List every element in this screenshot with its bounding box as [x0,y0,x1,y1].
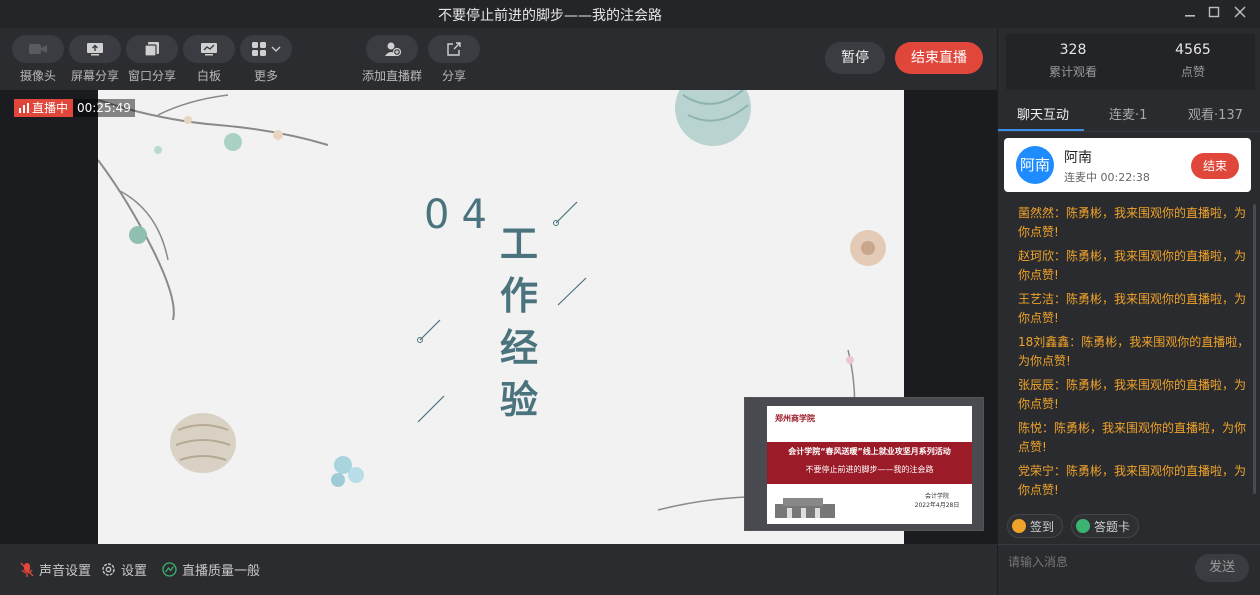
chat-message: 王艺洁：陈勇彬，我来围观你的直播啦，为你点赞! [1018,292,1247,325]
send-button[interactable]: 发送 [1195,554,1249,582]
pip-title-line2: 不要停止前进的脚步——我的注会路 [805,465,934,474]
live-status-text: 直播中 [32,101,69,115]
checkin-icon [1012,519,1026,533]
whiteboard-button[interactable]: 白板 [183,35,235,84]
window-title: 不要停止前进的脚步——我的注会路 [438,8,662,24]
maximize-icon[interactable] [1204,4,1224,24]
camera-icon [29,44,47,54]
share-icon [447,42,461,56]
end-co-host-button[interactable]: 结束 [1191,153,1239,179]
audio-settings-label: 声音设置 [39,564,92,579]
add-group-icon [385,42,401,57]
title-bar: 不要停止前进的脚步——我的注会路 [0,0,1260,28]
audio-settings-button[interactable]: 声音设置 [20,560,91,579]
co-host-name: 阿南 [1064,150,1092,166]
end-live-button[interactable]: 结束直播 [895,42,983,74]
total-views-stat: 328 累计观看 [1048,42,1097,79]
message-input[interactable] [1008,555,1188,569]
screen-share-icon [87,43,103,56]
chat-messages: 菌然然：陈勇彬，我来围观你的直播啦，为你点赞! 赵珂欣：陈勇彬，我来围观你的直播… [1018,204,1250,505]
screen-share-label: 屏幕分享 [70,69,119,83]
slide-section-title: 工 作 经 验 [499,221,538,422]
stream-quality-label: 直播质量一般 [182,564,261,579]
slide-section-number: 04 [424,192,499,238]
camera-button[interactable]: 摄像头 [12,35,64,84]
tab-viewers[interactable]: 观看·137 [1188,104,1243,123]
stream-quality-indicator[interactable]: 直播质量一般 [162,560,260,579]
co-host-status: 连麦中 00:22:38 [1064,171,1150,184]
chat-message: 菌然然：陈勇彬，我来围观你的直播啦，为你点赞! [1018,206,1247,239]
more-label: 更多 [253,69,278,83]
likes-stat: 4565 点赞 [1175,42,1211,79]
settings-button[interactable]: 设置 [101,560,147,579]
chat-message: 赵珂欣：陈勇彬，我来围观你的直播啦，为你点赞! [1018,249,1247,282]
chat-message: 陈悦：陈勇彬，我来围观你的直播啦，为你点赞! [1018,421,1247,454]
stats-panel: 328 累计观看 4565 点赞 [1006,34,1255,90]
window-share-button[interactable]: 窗口分享 [126,35,178,84]
whiteboard-icon [201,43,217,56]
bottom-bar: 声音设置 设置 直播质量一般 [0,544,997,595]
share-label: 分享 [441,69,466,83]
live-stage: 直播中 00:25:49 04 工 作 经 验 郑州商学院 会计学院“春风送暖”… [0,90,997,544]
add-group-button[interactable]: 添加直播群 [362,35,422,84]
tab-chat[interactable]: 聊天互动 [1017,104,1069,123]
side-panel: 328 累计观看 4565 点赞 聊天互动 连麦·1 观看·137 阿南 阿南 … [997,28,1260,595]
window-share-label: 窗口分享 [127,69,176,83]
pip-building-illustration [775,498,835,518]
picture-in-picture-preview[interactable]: 郑州商学院 会计学院“春风送暖”线上就业攻坚月系列活动 不要停止前进的脚步——我… [744,397,984,531]
gear-icon [102,563,115,576]
chat-scrollbar[interactable] [1253,204,1256,494]
avatar: 阿南 [1016,146,1054,184]
checkin-label: 签到 [1030,519,1055,534]
pip-footer: 会计学院 2022年4月28日 [914,493,960,509]
close-icon[interactable] [1230,4,1250,24]
quiz-card-icon [1076,519,1090,533]
pip-school-name: 郑州商学院 [775,414,815,423]
settings-label: 设置 [121,564,148,579]
co-host-card: 阿南 阿南 连麦中 00:22:38 结束 [1004,138,1251,192]
chat-message: 党荣宁：陈勇彬，我来围观你的直播啦，为你点赞! [1018,464,1247,497]
grid-icon [252,42,266,56]
window-share-icon [144,42,159,57]
pip-title-line1: 会计学院“春风送暖”线上就业攻坚月系列活动 [788,447,951,456]
share-button[interactable]: 分享 [428,35,480,84]
chat-message: 张辰辰：陈勇彬，我来围观你的直播啦，为你点赞! [1018,378,1247,411]
quiz-card-button[interactable]: 答题卡 [1071,514,1140,538]
active-tab-indicator [998,129,1084,131]
add-group-label: 添加直播群 [362,69,423,83]
pause-button[interactable]: 暂停 [825,42,885,74]
panel-tabs: 聊天互动 连麦·1 观看·137 [998,98,1260,132]
tab-co-host[interactable]: 连麦·1 [1109,104,1147,123]
minimize-icon[interactable] [1180,4,1200,24]
whiteboard-label: 白板 [196,69,221,83]
camera-label: 摄像头 [19,69,56,83]
quality-icon [162,562,177,577]
toolbar: 摄像头 屏幕分享 窗口分享 白板 更多 添加直播群 分享 暂停 结束直播 [0,28,997,90]
chat-message: 18刘鑫鑫：陈勇彬，我来围观你的直播啦，为你点赞! [1018,335,1250,368]
chevron-down-icon [271,46,281,52]
pip-slide: 郑州商学院 会计学院“春风送暖”线上就业攻坚月系列活动 不要停止前进的脚步——我… [767,406,972,524]
signal-bars-icon [19,103,29,113]
microphone-off-icon [20,562,34,577]
message-input-bar: 发送 [998,544,1260,595]
live-status-badge: 直播中 00:25:49 [14,99,135,117]
live-elapsed-time: 00:25:49 [73,99,135,117]
quiz-card-label: 答题卡 [1094,519,1131,534]
screen-share-button[interactable]: 屏幕分享 [69,35,121,84]
checkin-button[interactable]: 签到 [1007,514,1064,538]
more-button[interactable]: 更多 [240,35,292,84]
